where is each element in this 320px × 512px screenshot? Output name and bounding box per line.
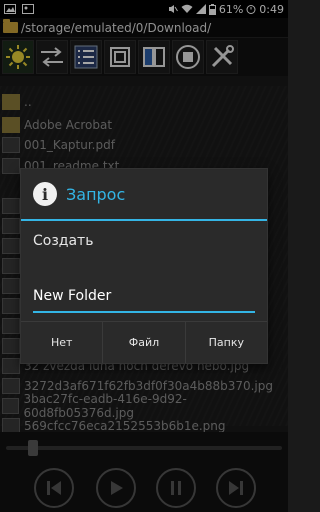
name-input[interactable]	[33, 281, 255, 313]
dialog-message: Создать	[33, 233, 94, 249]
info-icon: i	[33, 182, 57, 206]
no-button[interactable]: Нет	[21, 322, 104, 363]
create-dialog: i Запрос Создать Нет Файл Папку	[20, 168, 268, 364]
dialog-body: Создать	[21, 221, 267, 313]
file-button[interactable]: Файл	[103, 322, 186, 363]
dialog-buttons: Нет Файл Папку	[21, 321, 267, 363]
dialog-title: Запрос	[66, 184, 126, 204]
folder-button[interactable]: Папку	[186, 322, 267, 363]
dialog-header: i Запрос	[21, 169, 267, 221]
